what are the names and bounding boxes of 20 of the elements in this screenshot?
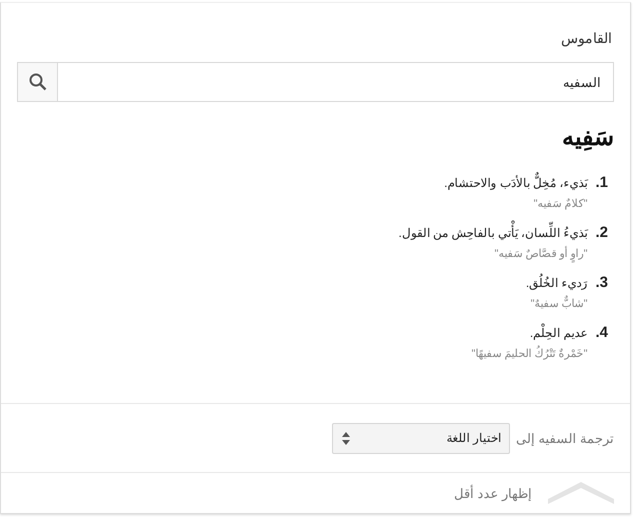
example-text: "شابٌّ سفيهٌ"	[526, 297, 588, 310]
sort-arrows-icon	[342, 432, 350, 444]
search-button[interactable]	[17, 62, 58, 102]
headword: سَفِيه	[561, 123, 614, 152]
definition-number: 1.	[595, 174, 608, 193]
dictionary-title: القاموس	[560, 30, 612, 46]
definition-text: رَديء الخُلُق.	[526, 274, 588, 292]
language-select[interactable]: اختيار اللغة	[332, 422, 510, 454]
definition-text: عديم الحِلْم.	[472, 324, 588, 342]
example-text: "راوٍ أو قصَّاصٌ سَفيه"	[398, 247, 588, 260]
show-less-link[interactable]: إظهار عدد أقل	[454, 486, 532, 500]
example-text: "كلامٌ سَفيه"	[532, 197, 588, 210]
definition-text: بَذيء، مُخِلٌّ بالأدَب والاحتشام.	[444, 174, 588, 192]
search-field[interactable]: السفيه	[58, 62, 614, 102]
definition-number: 4.	[595, 324, 608, 343]
example-text: "خَمْرةٌ تَتْرُكُ الحليمَ سفيهًا"	[472, 347, 588, 360]
definition-number: 2.	[595, 224, 608, 243]
translate-label: ترجمة السفيه إلى	[516, 430, 614, 446]
definition-number: 3.	[595, 274, 608, 293]
search-icon	[28, 73, 46, 91]
